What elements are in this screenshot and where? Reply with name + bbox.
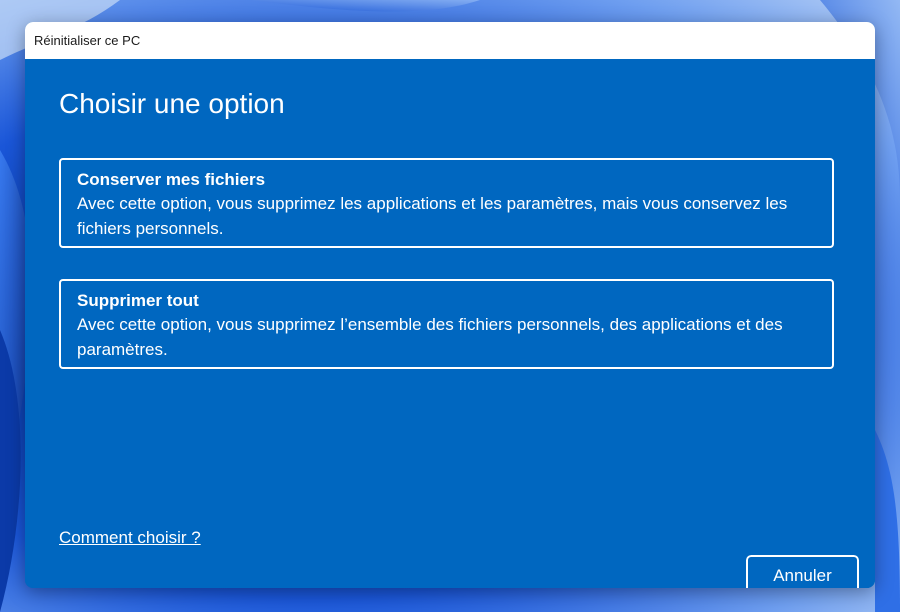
- desktop-background: Réinitialiser ce PC Choisir une option C…: [0, 0, 900, 612]
- cancel-button[interactable]: Annuler: [745, 554, 860, 588]
- option-description: Avec cette option, vous supprimez les ap…: [77, 194, 788, 238]
- reset-pc-dialog: Réinitialiser ce PC Choisir une option C…: [25, 22, 875, 588]
- page-title: Choisir une option: [59, 88, 285, 119]
- option-title: Supprimer tout: [77, 291, 199, 310]
- option-remove-everything[interactable]: Supprimer tout Avec cette option, vous s…: [59, 279, 834, 369]
- option-title: Conserver mes fichiers: [77, 170, 266, 189]
- dialog-title: Réinitialiser ce PC: [34, 33, 141, 48]
- option-description: Avec cette option, vous supprimez l’ense…: [77, 315, 783, 359]
- help-link[interactable]: Comment choisir ?: [59, 528, 201, 548]
- dialog-titlebar: Réinitialiser ce PC: [25, 22, 875, 59]
- dialog-content: Choisir une option Conserver mes fichier…: [25, 59, 875, 588]
- option-keep-files[interactable]: Conserver mes fichiers Avec cette option…: [59, 158, 834, 248]
